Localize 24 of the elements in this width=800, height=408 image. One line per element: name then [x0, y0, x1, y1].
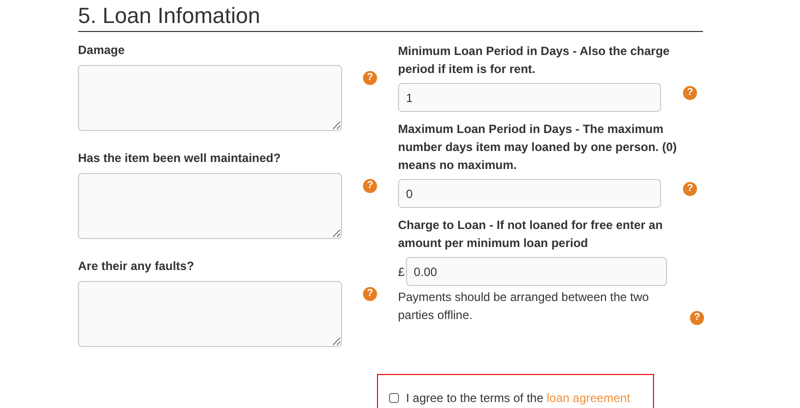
field-label: Damage — [78, 42, 126, 58]
loan-agreement-link[interactable]: loan agreement — [546, 390, 630, 404]
currency-symbol: £ — [398, 264, 405, 280]
field-label: Maximum Loan Period in Days - The maximum number days item may loaned by one person. (0) means no maximum. — [398, 121, 678, 174]
help-icon[interactable]: ? — [683, 182, 697, 196]
text-area[interactable] — [78, 173, 342, 239]
input-field[interactable]: 0.00 — [406, 257, 667, 286]
help-icon[interactable]: ? — [363, 287, 377, 301]
help-icon[interactable]: ? — [690, 311, 704, 325]
text-area[interactable] — [78, 281, 342, 347]
agreement-checkbox[interactable] — [389, 392, 399, 402]
agreement-text: I agree to the terms of the loan agreement — [406, 390, 630, 406]
help-icon[interactable]: ? — [683, 86, 697, 100]
field-label: Are their any faults? — [78, 258, 196, 274]
section-heading: 5. Loan Infomation — [78, 2, 262, 29]
text-area[interactable] — [78, 65, 342, 131]
input-field[interactable]: 1 — [398, 83, 661, 112]
help-icon[interactable]: ? — [363, 71, 377, 85]
help-text: Payments should be arranged between the two parties offline. — [398, 289, 650, 324]
field-label: Charge to Loan - If not loaned for free enter an amount per minimum loan period — [398, 217, 664, 252]
input-field[interactable]: 0 — [398, 179, 661, 208]
field-label: Has the item been well maintained? — [78, 150, 282, 166]
field-label: Minimum Loan Period in Days - Also the charge period if item is for rent. — [398, 43, 671, 78]
help-icon[interactable]: ? — [363, 179, 377, 193]
